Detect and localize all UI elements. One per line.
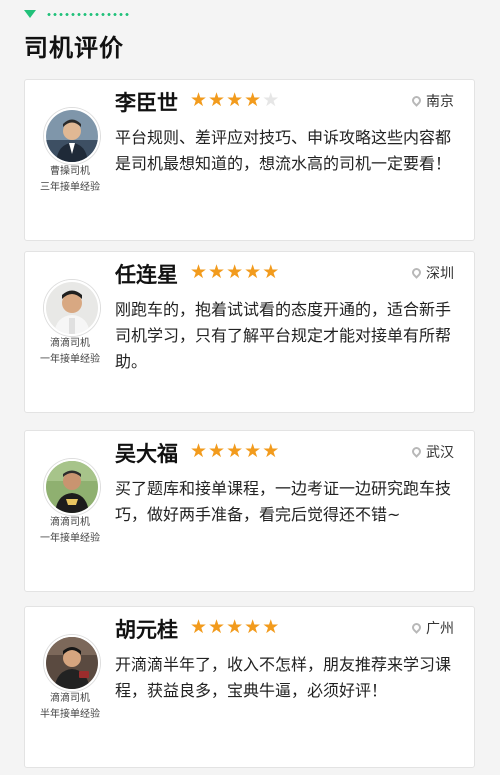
driver-portrait-icon — [46, 461, 98, 513]
driver-experience: 一年接单经验 — [40, 354, 100, 365]
star-icon: ★ — [226, 89, 245, 111]
star-icon: ★ — [226, 261, 245, 283]
review-card: 滴滴司机 半年接单经验 胡元桂 ★★★★★ 广州 开滴滴半年了，收入不怎样，朋友… — [24, 606, 475, 768]
star-icon: ★ — [190, 89, 209, 111]
location: 广州 — [410, 618, 454, 638]
driver-meta: 曹操司机 三年接单经验 — [25, 164, 115, 196]
star-icon: ★ — [262, 261, 281, 283]
location-text: 武汉 — [426, 445, 454, 461]
triangle-marker-icon — [24, 10, 36, 18]
driver-company: 滴滴司机 — [50, 338, 90, 349]
star-rating: ★★★★★ — [190, 616, 280, 638]
review-card: 滴滴司机 一年接单经验 任连星 ★★★★★ 深圳 刚跑车的，抱着试试看的态度开通… — [24, 251, 475, 413]
avatar — [44, 280, 100, 336]
location-text: 南京 — [426, 94, 454, 110]
driver-portrait-icon — [46, 110, 98, 162]
section-header: 司机评价 — [0, 0, 500, 78]
star-icon: ★ — [244, 440, 263, 462]
driver-portrait-icon — [46, 637, 98, 689]
driver-name: 胡元桂 — [115, 618, 178, 642]
section-title: 司机评价 — [24, 34, 124, 62]
driver-experience: 三年接单经验 — [40, 182, 100, 193]
star-rating: ★★★★★ — [190, 440, 280, 462]
driver-portrait-icon — [46, 282, 98, 334]
location-pin-icon — [410, 94, 423, 107]
star-icon: ★ — [226, 440, 245, 462]
driver-company: 曹操司机 — [50, 166, 90, 177]
review-text: 刚跑车的，抱着试试看的态度开通的，适合新手司机学习，只有了解平台规定才能对接单有… — [115, 300, 452, 371]
review-text: 买了题库和接单课程，一边考证一边研究跑车技巧，做好两手准备，看完后觉得还不错~ — [115, 479, 452, 524]
star-icon: ★ — [190, 261, 209, 283]
review-text: 平台规则、差评应对技巧、申诉攻略这些内容都是司机最想知道的，想流水高的司机一定要… — [115, 128, 452, 173]
review-card: 曹操司机 三年接单经验 李臣世 ★★★★★ 南京 平台规则、差评应对技巧、申诉攻… — [24, 79, 475, 241]
star-icon: ★ — [226, 616, 245, 638]
driver-meta: 滴滴司机 一年接单经验 — [25, 336, 115, 368]
location-pin-icon — [410, 445, 423, 458]
dotted-divider — [46, 13, 130, 16]
star-icon: ★ — [190, 440, 209, 462]
review-card: 滴滴司机 一年接单经验 吴大福 ★★★★★ 武汉 买了题库和接单课程，一边考证一… — [24, 430, 475, 592]
star-icon: ★ — [190, 616, 209, 638]
star-empty-icon: ★ — [262, 89, 281, 111]
driver-meta: 滴滴司机 半年接单经验 — [25, 691, 115, 723]
location-text: 广州 — [426, 621, 454, 637]
star-icon: ★ — [208, 616, 227, 638]
star-icon: ★ — [262, 440, 281, 462]
avatar — [44, 108, 100, 164]
star-icon: ★ — [244, 89, 263, 111]
location-text: 深圳 — [426, 266, 454, 282]
driver-company: 滴滴司机 — [50, 517, 90, 528]
star-rating: ★★★★★ — [190, 89, 280, 111]
driver-name: 吴大福 — [115, 442, 178, 466]
star-icon: ★ — [244, 616, 263, 638]
driver-meta: 滴滴司机 一年接单经验 — [25, 515, 115, 547]
star-icon: ★ — [262, 616, 281, 638]
driver-experience: 半年接单经验 — [40, 709, 100, 720]
location: 深圳 — [410, 263, 454, 283]
review-text: 开滴滴半年了，收入不怎样，朋友推荐来学习课程，获益良多，宝典牛逼，必须好评！ — [115, 655, 452, 700]
star-rating: ★★★★★ — [190, 261, 280, 283]
star-icon: ★ — [208, 261, 227, 283]
driver-name: 任连星 — [115, 263, 178, 287]
star-icon: ★ — [208, 89, 227, 111]
driver-name: 李臣世 — [115, 91, 178, 115]
location: 武汉 — [410, 442, 454, 462]
star-icon: ★ — [208, 440, 227, 462]
driver-company: 滴滴司机 — [50, 693, 90, 704]
avatar — [44, 459, 100, 515]
driver-experience: 一年接单经验 — [40, 533, 100, 544]
location: 南京 — [410, 91, 454, 111]
location-pin-icon — [410, 621, 423, 634]
avatar — [44, 635, 100, 691]
location-pin-icon — [410, 266, 423, 279]
star-icon: ★ — [244, 261, 263, 283]
